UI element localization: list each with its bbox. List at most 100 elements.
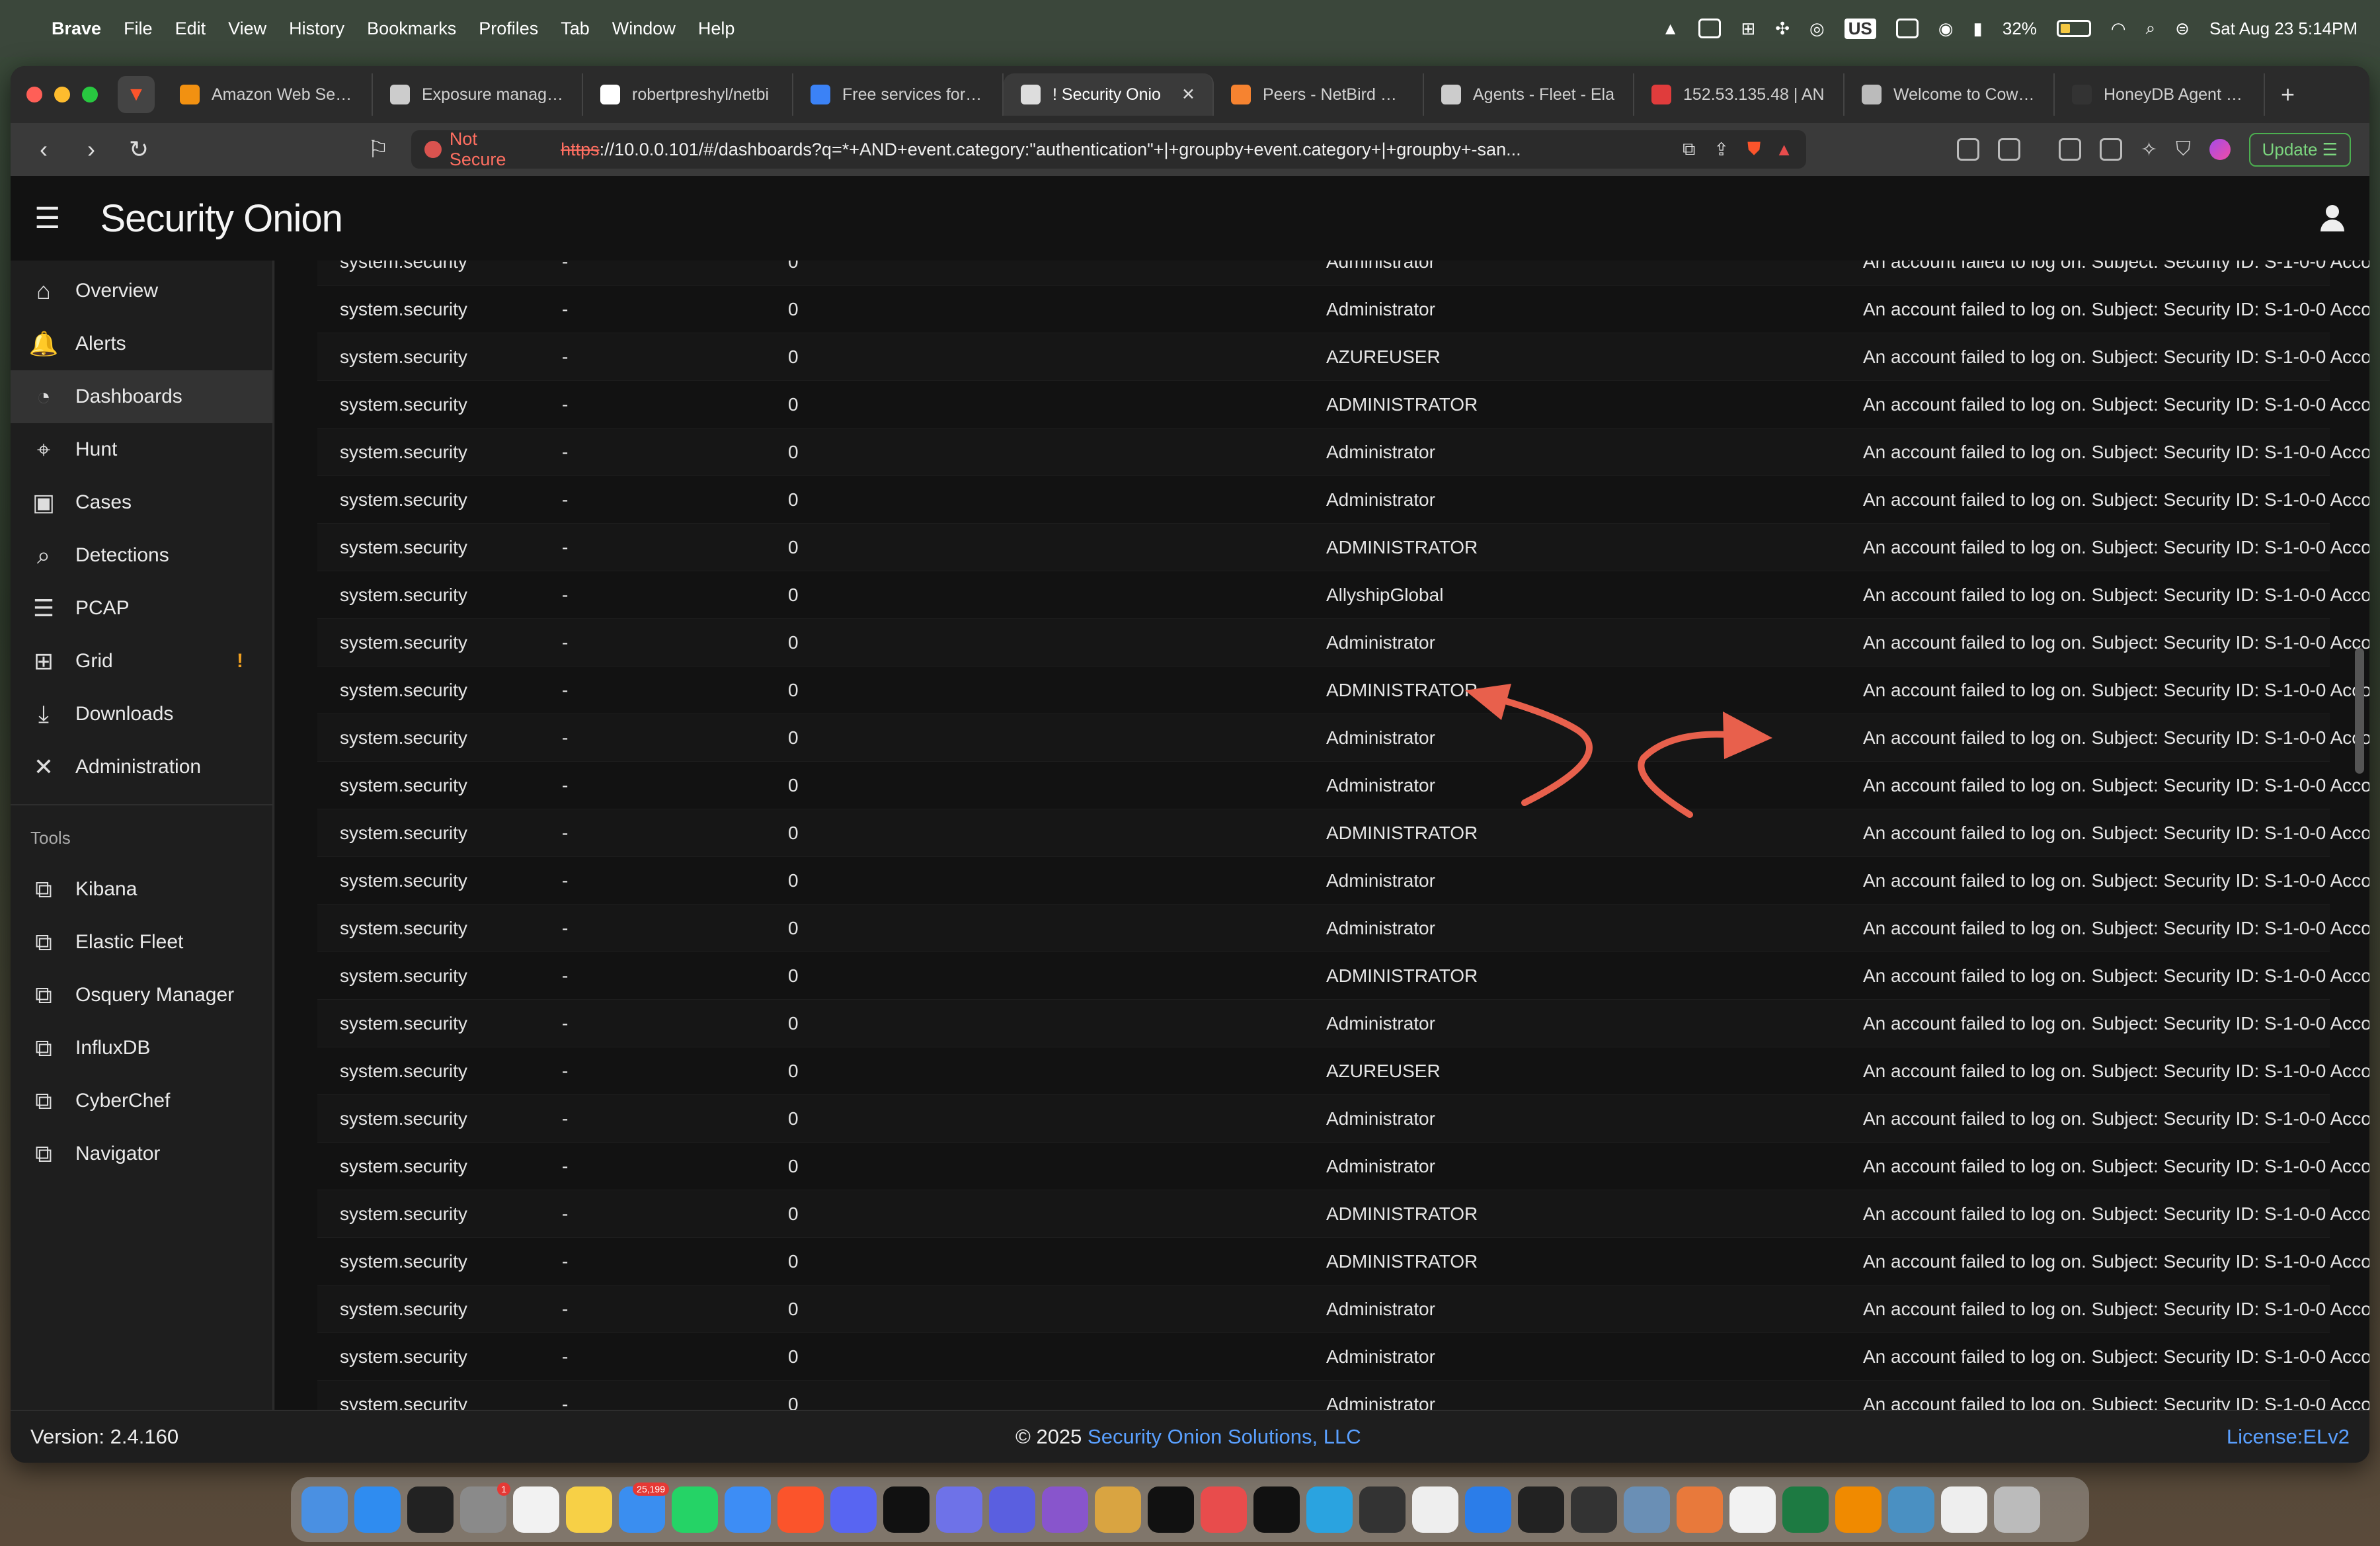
keychain-icon[interactable] bbox=[1729, 1486, 1776, 1533]
brave-icon[interactable] bbox=[777, 1486, 824, 1533]
update-button[interactable]: Update ☰ bbox=[2248, 132, 2351, 167]
spotlight-icon[interactable]: ⌕ bbox=[2146, 18, 2156, 39]
table-row[interactable]: system.security - 0 Administrator An account… bbox=[317, 619, 2369, 667]
address-bar[interactable]: Not Secure https ://10.0.0.101/#/dashboa… bbox=[411, 129, 1806, 169]
clock[interactable]: Sat Aug 23 5:14PM bbox=[2209, 19, 2358, 39]
table-row[interactable]: system.security - 0 Administrator An account… bbox=[317, 1000, 2369, 1047]
sidebar-item-hunt[interactable]: ⌖ Hunt bbox=[11, 423, 272, 476]
browser-tab[interactable]: robertpreshyl/netbi bbox=[583, 73, 793, 116]
menu-profiles[interactable]: Profiles bbox=[479, 19, 538, 39]
table-row[interactable]: system.security - 0 Administrator An account… bbox=[317, 1381, 2369, 1410]
safari-icon[interactable] bbox=[725, 1486, 771, 1533]
table-row[interactable]: system.security - 0 ADMINISTRATOR An account… bbox=[317, 809, 2369, 857]
table-row[interactable]: system.security - 0 AZUREUSER An account fai… bbox=[317, 333, 2369, 381]
tool-link-kibana[interactable]: ⧉ Kibana bbox=[11, 863, 272, 916]
menu-help[interactable]: Help bbox=[698, 19, 735, 39]
scrollbar[interactable] bbox=[2355, 648, 2364, 774]
menu-view[interactable]: View bbox=[228, 19, 266, 39]
linear-icon[interactable] bbox=[936, 1486, 982, 1533]
airdrop-icon[interactable]: ◎ bbox=[1809, 19, 1825, 39]
table-row[interactable]: system.security - 0 Administrator An account… bbox=[317, 857, 2369, 905]
migration-icon[interactable] bbox=[1624, 1486, 1670, 1533]
table-row[interactable]: system.security - 0 ADMINISTRATOR An account… bbox=[317, 1190, 2369, 1238]
trash-icon[interactable] bbox=[1994, 1486, 2040, 1533]
sidebar-item-detections[interactable]: ⌕ Detections bbox=[11, 529, 272, 582]
brave-rewards-icon[interactable]: ▲ bbox=[1775, 140, 1793, 160]
sidebar-item-administration[interactable]: ✕ Administration bbox=[11, 741, 272, 793]
browser-tab[interactable]: Exposure managem bbox=[373, 73, 583, 116]
status-app-icon[interactable] bbox=[1698, 19, 1722, 38]
table-row[interactable]: system.security - 0 ADMINISTRATOR An account… bbox=[317, 1238, 2369, 1285]
open-external-icon[interactable]: ⧉ bbox=[1683, 139, 1695, 160]
leo-ai-icon[interactable]: ✧ bbox=[2141, 138, 2157, 161]
document-icon[interactable] bbox=[1941, 1486, 1987, 1533]
license-link[interactable]: License:ELv2 bbox=[2227, 1425, 2350, 1449]
screenshot-icon[interactable] bbox=[1997, 138, 2020, 161]
telegram-icon[interactable] bbox=[1306, 1486, 1353, 1533]
discord-icon[interactable] bbox=[830, 1486, 877, 1533]
table-row[interactable]: system.security - 0 ADMINISTRATOR An account… bbox=[317, 952, 2369, 1000]
app-logo[interactable]: Security Onion bbox=[100, 196, 342, 241]
forward-button[interactable]: › bbox=[77, 136, 106, 163]
tool-link-elastic-fleet[interactable]: ⧉ Elastic Fleet bbox=[11, 916, 272, 969]
menu-edit[interactable]: Edit bbox=[175, 19, 206, 39]
table-row[interactable]: system.security - 0 Administrator An account… bbox=[317, 1285, 2369, 1333]
screen-sharing-icon[interactable] bbox=[1201, 1486, 1247, 1533]
windows-app-icon[interactable] bbox=[1465, 1486, 1511, 1533]
sidebar-item-dashboards[interactable]: ◔ Dashboards bbox=[11, 370, 272, 423]
browser-tab[interactable]: Peers - NetBird Das bbox=[1214, 73, 1424, 116]
brave-shields-icon[interactable]: ⛊ bbox=[1747, 139, 1761, 160]
vpn-icon[interactable]: ⛉ bbox=[2176, 138, 2191, 161]
table-row[interactable]: system.security - 0 Administrator An account… bbox=[317, 1143, 2369, 1190]
bookmark-icon[interactable]: ⚐ bbox=[364, 136, 393, 163]
vlc-icon[interactable] bbox=[1835, 1486, 1882, 1533]
typora-icon[interactable] bbox=[883, 1486, 930, 1533]
back-button[interactable]: ‹ bbox=[29, 136, 58, 163]
console-icon[interactable] bbox=[1359, 1486, 1406, 1533]
activity-monitor-icon[interactable] bbox=[1518, 1486, 1564, 1533]
share-icon[interactable]: ⇪ bbox=[1714, 140, 1729, 160]
textedit-icon[interactable] bbox=[513, 1486, 559, 1533]
minimize-window-button[interactable] bbox=[54, 87, 70, 102]
github-desktop-icon[interactable] bbox=[1042, 1486, 1088, 1533]
tool-link-cyberchef[interactable]: ⧉ CyberChef bbox=[11, 1075, 272, 1127]
tool-link-influxdb[interactable]: ⧉ InfluxDB bbox=[11, 1022, 272, 1075]
user-account-icon[interactable] bbox=[2319, 205, 2346, 231]
close-window-button[interactable] bbox=[26, 87, 42, 102]
table-row[interactable]: system.security - 0 ADMINISTRATOR An account… bbox=[317, 524, 2369, 571]
table-row[interactable]: system.security - 0 AZUREUSER An account fai… bbox=[317, 1047, 2369, 1095]
profile-icon[interactable] bbox=[2209, 139, 2231, 160]
browser-tab[interactable]: Free services for 12 bbox=[793, 73, 1004, 116]
capcut-icon[interactable] bbox=[1148, 1486, 1194, 1533]
maximize-window-button[interactable] bbox=[82, 87, 98, 102]
terminal-icon[interactable] bbox=[407, 1486, 454, 1533]
tool-link-navigator[interactable]: ⧉ Navigator bbox=[11, 1127, 272, 1180]
wallet-icon[interactable] bbox=[2099, 138, 2122, 161]
table-row[interactable]: system.security - 0 ADMINISTRATOR An account… bbox=[317, 667, 2369, 714]
browser-tab[interactable]: ! Security Onio ✕ bbox=[1004, 73, 1214, 116]
system-settings-icon[interactable]: 1 bbox=[460, 1483, 510, 1533]
table-row[interactable]: system.security - 0 Administrator An account… bbox=[317, 261, 2369, 286]
close-tab-icon[interactable]: ✕ bbox=[1181, 85, 1195, 104]
mail-icon[interactable]: 25,199 bbox=[619, 1483, 669, 1533]
fan-status-icon[interactable]: ✣ bbox=[1775, 19, 1790, 39]
table-row[interactable]: system.security - 0 Administrator An account… bbox=[317, 1333, 2369, 1381]
table-row[interactable]: system.security - 0 Administrator An account… bbox=[317, 428, 2369, 476]
text-editor-icon[interactable] bbox=[989, 1486, 1035, 1533]
menu-window[interactable]: Window bbox=[612, 19, 676, 39]
sidebar-item-downloads[interactable]: ⤓ Downloads bbox=[11, 688, 272, 741]
chatgpt-icon[interactable] bbox=[1412, 1486, 1458, 1533]
browser-tab[interactable]: Welcome to Cowrie bbox=[1844, 73, 2055, 116]
whatsapp-icon[interactable] bbox=[672, 1486, 718, 1533]
menu-file[interactable]: File bbox=[124, 19, 153, 39]
browser-tab[interactable]: 152.53.135.48 | AN bbox=[1634, 73, 1844, 116]
table-row[interactable]: system.security - 0 Administrator An account… bbox=[317, 714, 2369, 762]
menu-bookmarks[interactable]: Bookmarks bbox=[367, 19, 456, 39]
brave-menu-icon[interactable]: ▼ bbox=[118, 76, 155, 113]
sidebar-item-alerts[interactable]: 🔔 Alerts bbox=[11, 317, 272, 370]
menu-history[interactable]: History bbox=[289, 19, 344, 39]
battery-icon[interactable] bbox=[2056, 20, 2091, 37]
table-row[interactable]: system.security - 0 AllyshipGlobal An accoun… bbox=[317, 571, 2369, 619]
notes-icon[interactable] bbox=[566, 1486, 612, 1533]
sidebar-item-pcap[interactable]: ☰ PCAP bbox=[11, 582, 272, 635]
